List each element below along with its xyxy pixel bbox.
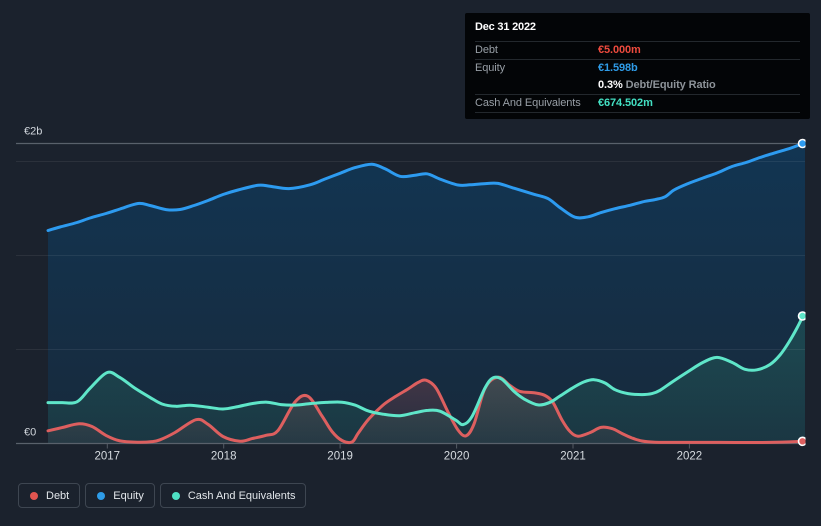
svg-text:€0: €0 <box>24 427 36 439</box>
svg-text:2018: 2018 <box>211 451 237 463</box>
svg-text:2017: 2017 <box>95 451 121 463</box>
svg-text:2021: 2021 <box>560 451 586 463</box>
svg-text:€2b: €2b <box>24 126 42 138</box>
svg-text:2020: 2020 <box>444 451 470 463</box>
svg-text:2019: 2019 <box>327 451 353 463</box>
svg-text:2022: 2022 <box>677 451 703 463</box>
